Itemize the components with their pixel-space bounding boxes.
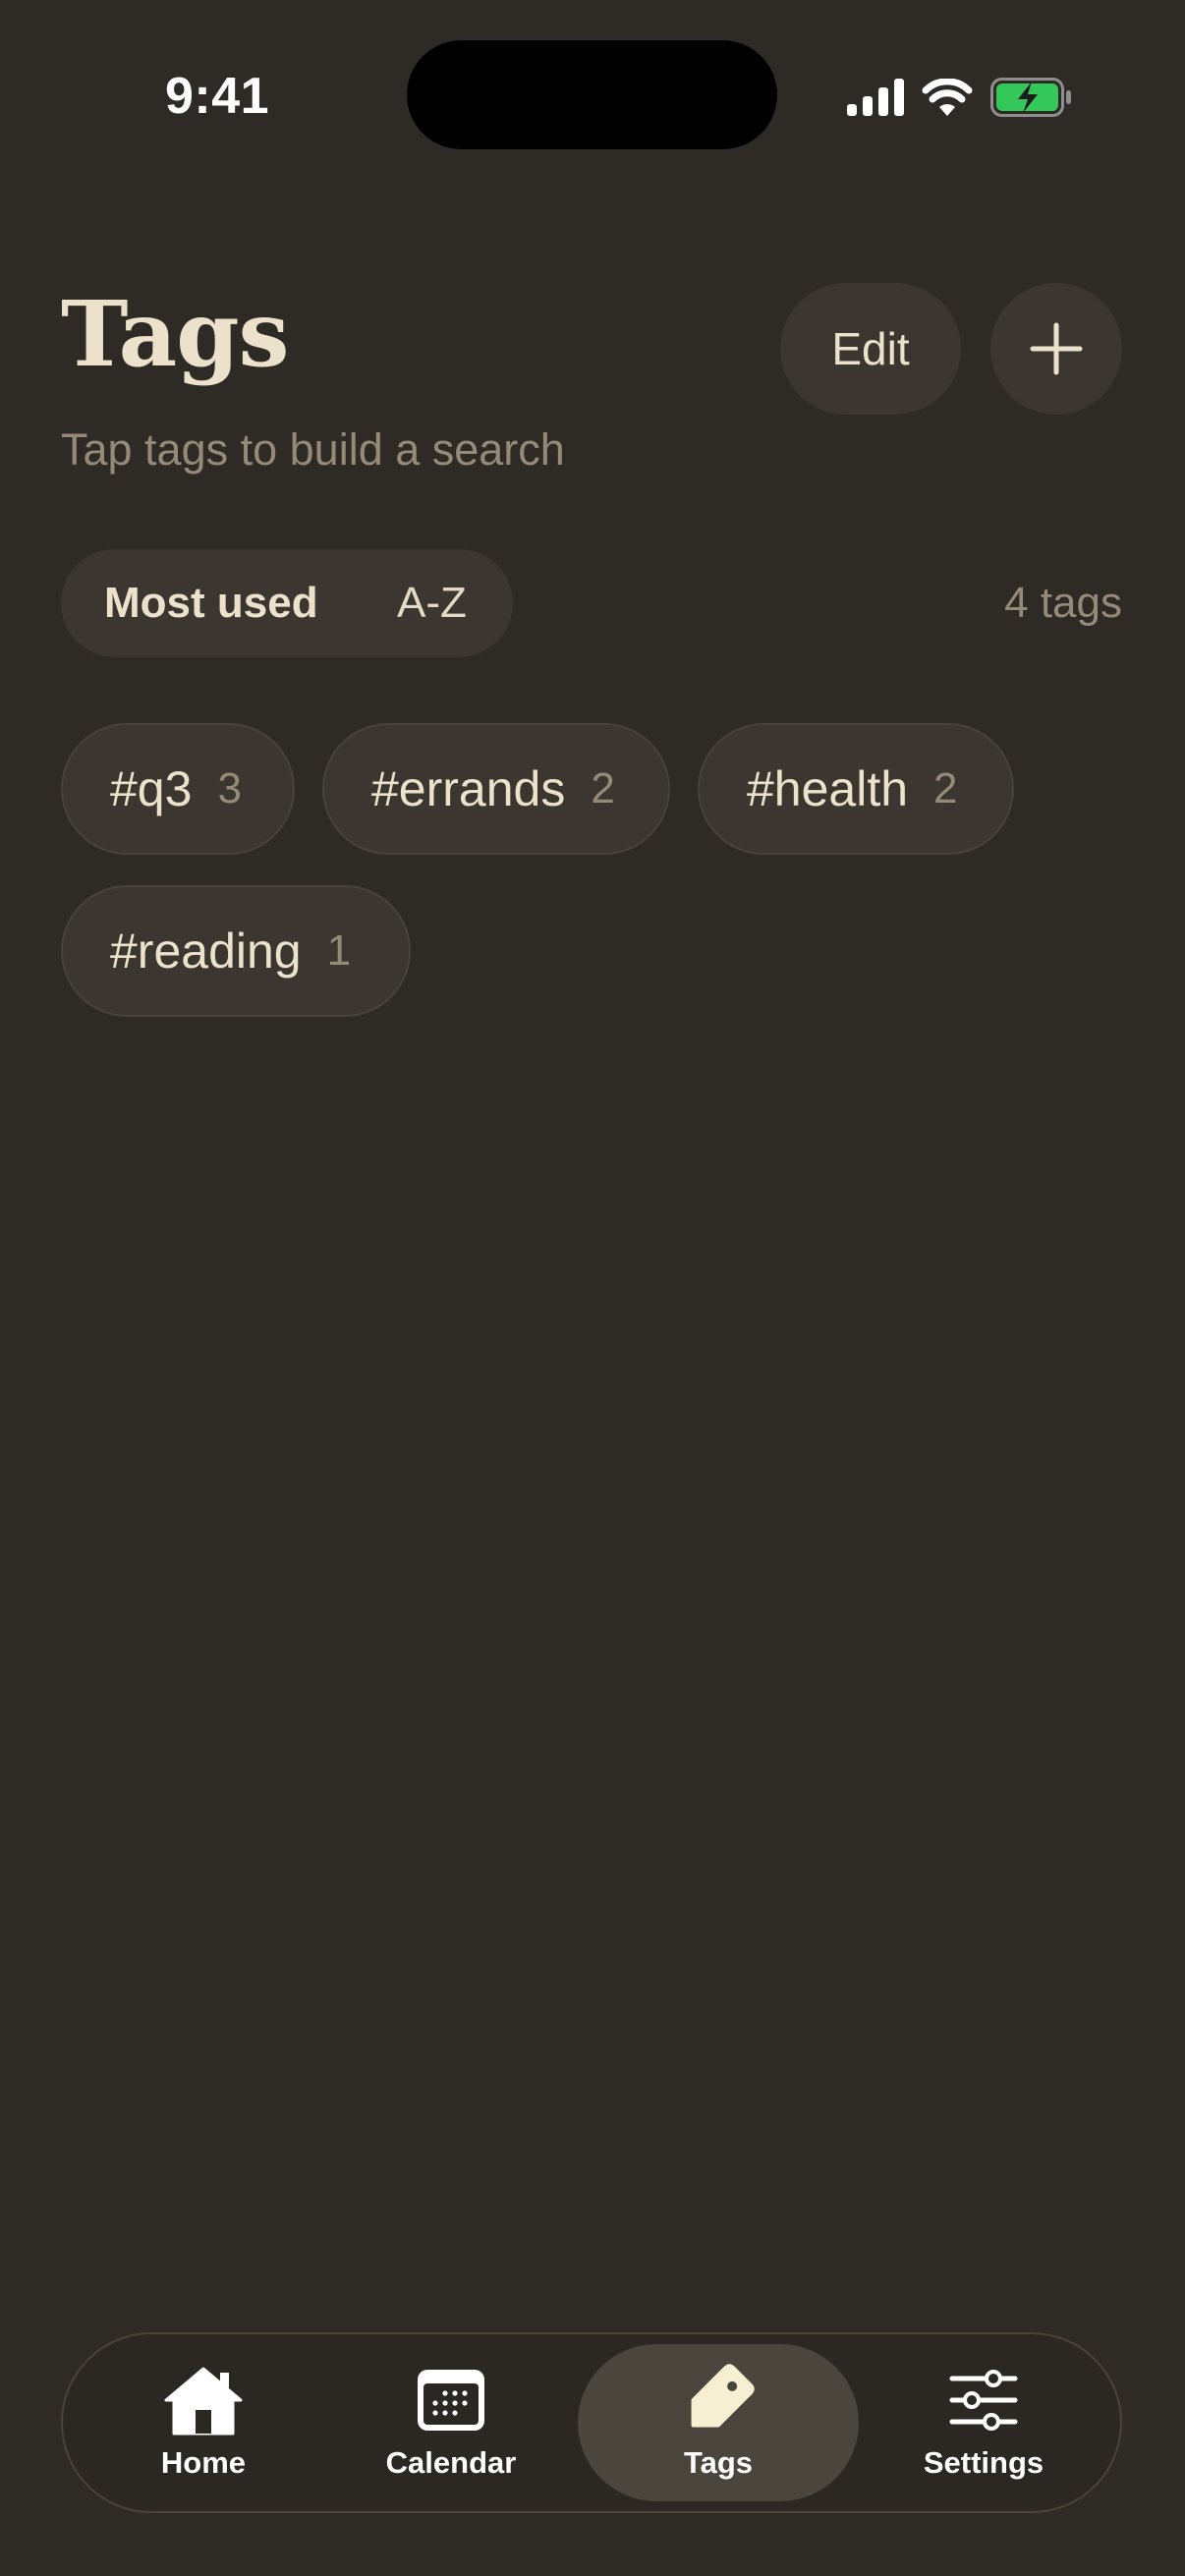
tab-label: Calendar — [385, 2445, 517, 2480]
tag-chip-q3[interactable]: #q3 3 — [61, 723, 295, 855]
tag-name: #errands — [371, 761, 566, 816]
add-tag-button[interactable] — [990, 283, 1122, 415]
tab-label: Settings — [923, 2445, 1044, 2480]
status-icons — [847, 73, 1073, 122]
edit-button[interactable]: Edit — [780, 283, 961, 415]
tab-bar: Home Calendar Tags Settings — [61, 2332, 1122, 2513]
dynamic-island — [407, 40, 777, 149]
sort-option-a-z[interactable]: A-Z — [356, 549, 467, 657]
tag-usage-count: 2 — [591, 764, 615, 812]
sliders-icon — [949, 2370, 1018, 2431]
tab-settings[interactable]: Settings — [880, 2344, 1087, 2501]
tab-tags[interactable]: Tags — [578, 2344, 859, 2501]
page-title: Tags — [61, 281, 289, 387]
tag-usage-count: 2 — [933, 764, 958, 812]
tag-name: #q3 — [110, 761, 193, 816]
tag-name: #reading — [110, 924, 302, 979]
tag-chip-reading[interactable]: #reading 1 — [61, 885, 411, 1017]
tag-usage-count: 3 — [217, 764, 242, 812]
sort-option-most-used[interactable]: Most used — [61, 549, 356, 657]
house-icon — [164, 2367, 243, 2436]
tab-label: Home — [160, 2445, 247, 2480]
sort-segmented-control: Most used A-Z — [61, 549, 513, 657]
tag-chip-errands[interactable]: #errands 2 — [322, 723, 670, 855]
tag-chip-health[interactable]: #health 2 — [698, 723, 1014, 855]
plus-icon — [1030, 322, 1083, 375]
status-time: 9:41 — [165, 68, 270, 125]
tag-name: #health — [747, 761, 909, 816]
tag-icon — [691, 2364, 755, 2428]
page-subtitle: Tap tags to build a search — [61, 424, 565, 475]
battery-charging-icon — [990, 78, 1071, 117]
tab-calendar[interactable]: Calendar — [348, 2344, 554, 2501]
calendar-icon — [418, 2370, 484, 2431]
tab-home[interactable]: Home — [100, 2344, 307, 2501]
tab-label: Tags — [683, 2445, 754, 2480]
cellular-signal-icon — [847, 79, 904, 116]
tag-count: 4 tags — [1004, 579, 1122, 627]
wifi-icon — [922, 79, 973, 116]
tag-usage-count: 1 — [326, 926, 352, 975]
